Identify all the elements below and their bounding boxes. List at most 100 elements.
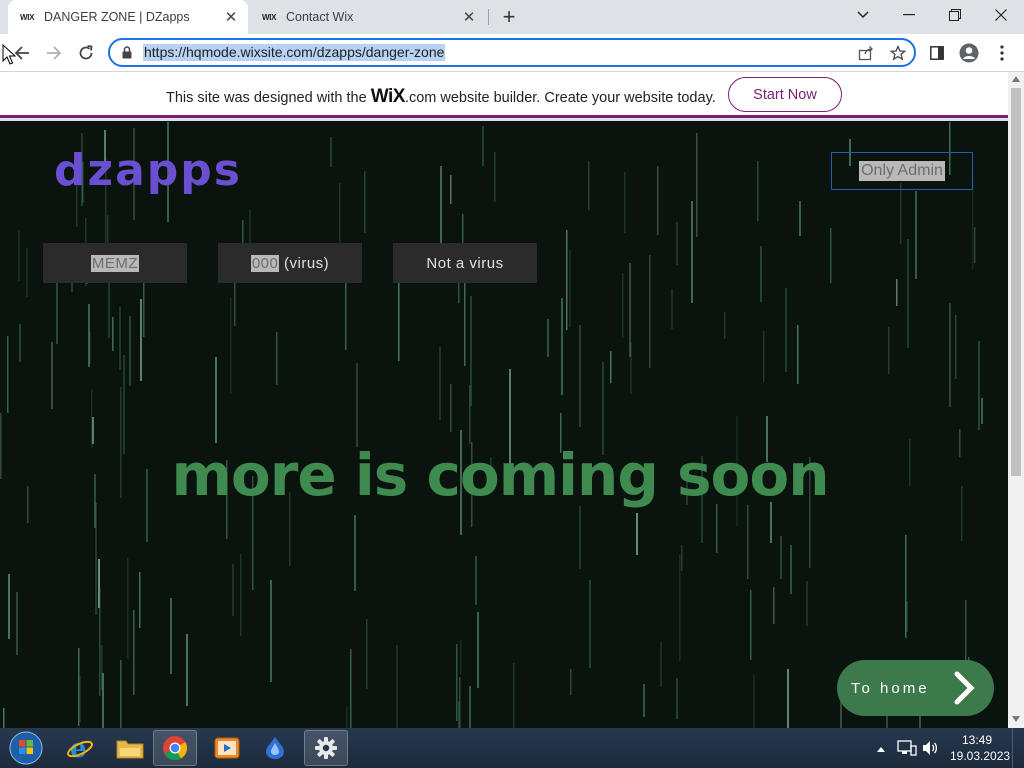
to-home-button[interactable]: To home [837, 660, 994, 716]
tab-search-chevron-icon[interactable] [840, 0, 886, 30]
banner-text-before: This site was designed with the [166, 90, 371, 106]
show-desktop-button[interactable] [1012, 728, 1024, 768]
virus-000-highlight: 000 [250, 254, 280, 272]
rain-streak [102, 673, 104, 728]
rain-streak [589, 580, 591, 668]
start-now-button[interactable]: Start Now [728, 77, 842, 112]
page-scrollbar[interactable] [1008, 72, 1024, 728]
address-bar[interactable]: https://hqmode.wixsite.com/dzapps/danger… [108, 38, 916, 67]
file-explorer-icon[interactable] [108, 730, 152, 766]
share-icon[interactable] [858, 45, 874, 66]
network-icon[interactable] [897, 739, 917, 762]
settings-gear-icon[interactable] [304, 730, 348, 766]
rain-streak [346, 707, 348, 728]
rain-streak [464, 271, 466, 366]
rain-streak [92, 417, 94, 444]
new-tab-button[interactable]: + [497, 4, 521, 29]
lock-icon[interactable] [122, 46, 132, 64]
memz-button[interactable]: MEMZ [43, 243, 187, 283]
close-window-button[interactable] [978, 0, 1024, 30]
rain-streak [120, 660, 122, 728]
close-tab-icon[interactable]: ✕ [220, 6, 242, 28]
rain-streak [681, 545, 683, 571]
rain-streak [900, 183, 902, 244]
url-text[interactable]: https://hqmode.wixsite.com/dzapps/danger… [143, 44, 446, 61]
rain-streak [561, 298, 563, 395]
tray-expand-icon[interactable] [876, 740, 886, 758]
rain-streak [56, 275, 58, 344]
rain-streak [806, 581, 808, 626]
rain-streak [170, 598, 172, 674]
scroll-thumb[interactable] [1011, 88, 1021, 476]
rain-streak [129, 316, 131, 386]
rain-streak [978, 341, 980, 430]
reload-button[interactable] [72, 39, 100, 67]
rain-streak [366, 619, 368, 689]
restore-button[interactable] [932, 0, 978, 30]
windows-taskbar: e 13:49 19.03.2023 [0, 728, 1024, 768]
rain-streak [232, 564, 234, 616]
site-page: dzapps Only Admin MEMZ 000 (virus) Not a… [0, 121, 1008, 728]
scroll-up-arrow-icon[interactable] [1012, 76, 1020, 82]
rain-streak [99, 588, 101, 696]
rain-streak [773, 587, 775, 624]
rain-streak [760, 246, 762, 302]
wix-logo[interactable]: WiX [371, 86, 406, 107]
chrome-icon[interactable] [153, 730, 197, 766]
rain-streak [469, 686, 471, 728]
rain-streak [747, 505, 749, 579]
rain-streak [364, 171, 366, 233]
chevron-right-icon [952, 670, 976, 711]
rain-streak [676, 678, 678, 719]
tab-separator [488, 9, 489, 25]
rain-streak [753, 675, 755, 728]
tab-danger-zone[interactable]: WIX DANGER ZONE | DZapps ✕ [8, 0, 248, 34]
profile-avatar-icon[interactable] [955, 39, 983, 67]
forward-button[interactable] [40, 39, 68, 67]
bookmark-star-icon[interactable] [889, 44, 907, 66]
rain-streak [8, 574, 10, 639]
rain-streak [676, 222, 678, 265]
scroll-down-arrow-icon[interactable] [1012, 716, 1020, 722]
clock-time: 13:49 [961, 733, 993, 747]
media-player-icon[interactable] [205, 730, 249, 766]
volume-icon[interactable] [921, 739, 939, 762]
banner-text-after: .com website builder. Create your websit… [404, 90, 716, 106]
rain-streak [750, 590, 752, 660]
rain-streak [356, 363, 358, 447]
site-logo[interactable]: dzapps [54, 145, 242, 196]
internet-explorer-icon[interactable]: e [58, 730, 102, 766]
rain-streak [456, 644, 458, 721]
rain-streak [888, 327, 890, 374]
minimize-button[interactable] [886, 0, 932, 30]
clock-date: 19.03.2023 [950, 749, 1011, 763]
rain-streak [79, 676, 81, 722]
mouse-cursor-icon [2, 43, 17, 71]
rain-streak [785, 288, 787, 372]
virus-000-button[interactable]: 000 (virus) [218, 243, 362, 283]
rain-streak [915, 191, 917, 279]
rain-streak [896, 279, 898, 306]
rain-streak [513, 663, 515, 728]
side-panel-icon[interactable] [923, 39, 951, 67]
rain-streak [240, 554, 242, 636]
rain-streak [622, 273, 624, 338]
rain-streak [330, 137, 332, 167]
not-a-virus-button[interactable]: Not a virus [393, 243, 537, 283]
rain-streak [588, 161, 590, 210]
start-orb-icon[interactable] [4, 730, 48, 766]
rain-streak [450, 384, 452, 432]
rain-streak [477, 612, 479, 688]
rain-streak [790, 545, 792, 594]
only-admin-button[interactable]: Only Admin [831, 152, 973, 190]
rain-streak [186, 634, 188, 706]
taskbar-clock[interactable]: 13:49 19.03.2023 [950, 732, 1011, 764]
matrix-rain-background [0, 122, 983, 728]
rain-streak [475, 556, 477, 605]
close-tab-icon[interactable]: ✕ [458, 6, 480, 28]
rain-streak [724, 312, 726, 339]
rain-streak [459, 677, 461, 728]
tab-contact-wix[interactable]: WIX Contact Wix ✕ [250, 0, 486, 34]
menu-kebab-icon[interactable] [988, 39, 1016, 67]
app-blue-icon[interactable] [253, 730, 297, 766]
